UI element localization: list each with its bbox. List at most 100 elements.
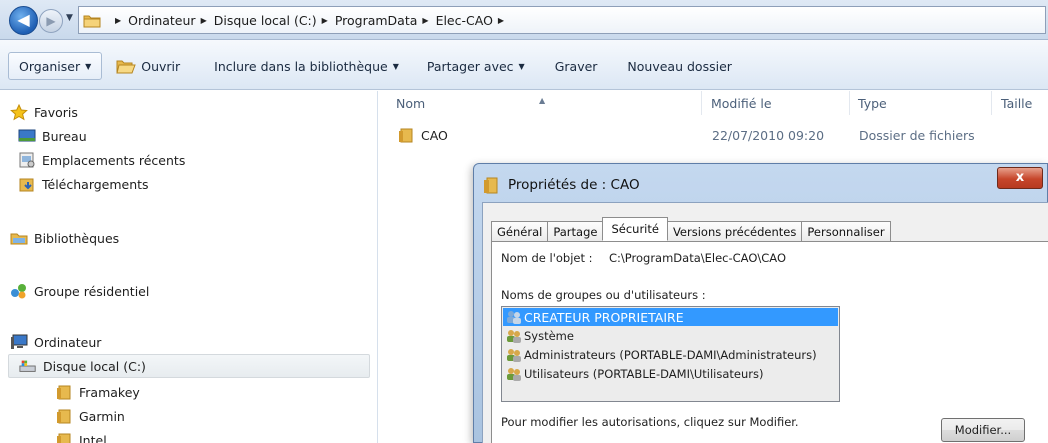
dropdown-arrow-icon: ▼ [392,61,399,71]
breadcrumb-ordinateur[interactable]: Ordinateur [127,13,196,28]
users-icon [506,310,522,324]
open-button[interactable]: Ouvrir [106,52,190,80]
new-folder-button[interactable]: Nouveau dossier [617,52,741,80]
breadcrumb-arrow-icon[interactable]: ▶ [201,16,207,25]
sort-ascending-icon: ▲ [539,96,546,105]
breadcrumb-arrow-icon[interactable]: ▶ [422,16,428,25]
group-item[interactable]: Administrateurs (PORTABLE-DAMI\Administr… [503,346,838,364]
group-name: CREATEUR PROPRIETAIRE [524,309,684,325]
column-modified[interactable]: Modifié le [711,96,772,111]
file-row[interactable]: CAO 22/07/2010 09:20 Dossier de fichiers [389,124,1039,148]
share-with-button[interactable]: Partager avec ▼ [417,52,535,80]
breadcrumb-arrow-icon[interactable]: ▶ [498,16,504,25]
group-name: Système [524,329,574,343]
column-name[interactable]: Nom [396,96,425,111]
column-divider[interactable] [701,91,702,115]
modify-instructions: Pour modifier les autorisations, cliquez… [501,415,799,429]
navigation-pane: Favoris Bureau Emplacements récents Télé… [0,91,378,443]
nav-downloads-label: Téléchargements [42,176,149,192]
column-size[interactable]: Taille [1001,96,1032,111]
breadcrumb-arrow-icon[interactable]: ▶ [322,16,328,25]
tab-previous-versions[interactable]: Versions précédentes [666,221,803,241]
nav-downloads[interactable]: Téléchargements [0,172,378,196]
dialog-title: Propriétés de : CAO [508,177,640,193]
users-icon [506,367,522,381]
groups-listbox[interactable]: CREATEUR PROPRIETAIRE Système Administra… [501,306,840,402]
nav-folder-framakey[interactable]: Framakey [0,380,378,404]
homegroup-icon [10,283,28,299]
share-label: Partager avec [426,58,514,74]
object-name-label: Nom de l'objet : [501,251,593,265]
nav-libraries-label: Bibliothèques [34,230,120,246]
nav-folder-label: Garmin [79,408,125,424]
breadcrumb: ▶ Ordinateur ▶ Disque local (C:) ▶ Progr… [111,7,510,33]
downloads-folder-icon [18,176,36,192]
breadcrumb-disque-local[interactable]: Disque local (C:) [213,13,318,28]
include-label: Inclure dans la bibliothèque [214,58,388,74]
nav-recent-label: Emplacements récents [42,152,186,168]
dialog-body: Général Partage Sécurité Versions précéd… [482,202,1048,443]
command-bar: Organiser ▼ Ouvrir Inclure dans la bibli… [0,40,1048,90]
nav-favorites[interactable]: Favoris [0,100,378,124]
column-type[interactable]: Type [858,96,887,111]
column-divider[interactable] [991,91,992,115]
recent-pages-dropdown[interactable]: ▼ [66,13,73,23]
tab-strip: Général Partage Sécurité Versions précéd… [491,217,891,241]
nav-homegroup-label: Groupe résidentiel [34,283,150,299]
libraries-icon [10,230,28,246]
group-name: Administrateurs (PORTABLE-DAMI\Administr… [524,348,817,362]
nav-libraries[interactable]: Bibliothèques [0,226,378,250]
include-in-library-button[interactable]: Inclure dans la bibliothèque ▼ [204,52,409,80]
breadcrumb-arrow-icon[interactable]: ▶ [115,16,121,25]
address-bar: ◀ ▶ ▼ ▶ Ordinateur ▶ Disque local (C:) ▶… [0,0,1048,40]
recent-places-icon [18,152,36,168]
nav-favorites-label: Favoris [34,104,78,120]
nav-folder-label: Intel [79,432,107,443]
nav-desktop[interactable]: Bureau [0,124,378,148]
desktop-icon [18,128,36,144]
open-folder-icon [116,59,136,74]
open-label: Ouvrir [141,58,181,74]
forward-button[interactable]: ▶ [39,9,63,33]
close-button[interactable]: x [997,167,1043,189]
nav-recent-places[interactable]: Emplacements récents [0,148,378,172]
file-name: CAO [421,128,448,143]
object-name-value: C:\ProgramData\Elec-CAO\CAO [609,251,787,265]
burn-label: Graver [554,58,598,74]
users-icon [506,329,522,343]
folder-icon [55,408,73,424]
folder-icon [483,177,499,197]
nav-local-disk[interactable]: Disque local (C:) [8,354,370,378]
nav-folder-label: Framakey [79,384,140,400]
properties-dialog: Propriétés de : CAO x Général Partage Sé… [473,163,1048,443]
star-icon [10,103,28,120]
group-item[interactable]: Système [503,327,838,345]
breadcrumb-elec-cao[interactable]: Elec-CAO [435,13,494,28]
nav-computer[interactable]: Ordinateur [0,330,378,354]
tab-sharing[interactable]: Partage [547,221,604,241]
organize-label: Organiser [19,58,81,74]
address-field[interactable]: ▶ Ordinateur ▶ Disque local (C:) ▶ Progr… [78,6,1046,34]
tab-general[interactable]: Général [491,221,549,241]
local-disk-icon [19,358,37,374]
nav-folder-garmin[interactable]: Garmin [0,404,378,428]
folder-icon [55,384,73,400]
computer-icon [10,334,28,350]
file-type: Dossier de fichiers [859,128,975,143]
group-name: Utilisateurs (PORTABLE-DAMI\Utilisateurs… [524,367,764,381]
organize-button[interactable]: Organiser ▼ [8,52,103,80]
tab-security[interactable]: Sécurité [602,217,668,241]
nav-local-disk-label: Disque local (C:) [43,358,146,374]
modify-button[interactable]: Modifier... [941,418,1025,442]
nav-folder-intel[interactable]: Intel [0,428,378,443]
breadcrumb-programdata[interactable]: ProgramData [334,13,419,28]
group-item[interactable]: CREATEUR PROPRIETAIRE [503,308,838,326]
dropdown-arrow-icon: ▼ [518,61,525,71]
file-modified: 22/07/2010 09:20 [712,128,825,143]
burn-button[interactable]: Graver [545,52,608,80]
back-button[interactable]: ◀ [9,6,38,35]
group-item[interactable]: Utilisateurs (PORTABLE-DAMI\Utilisateurs… [503,365,838,383]
tab-customize[interactable]: Personnaliser [801,221,891,241]
nav-homegroup[interactable]: Groupe résidentiel [0,279,378,303]
column-divider[interactable] [849,91,850,115]
